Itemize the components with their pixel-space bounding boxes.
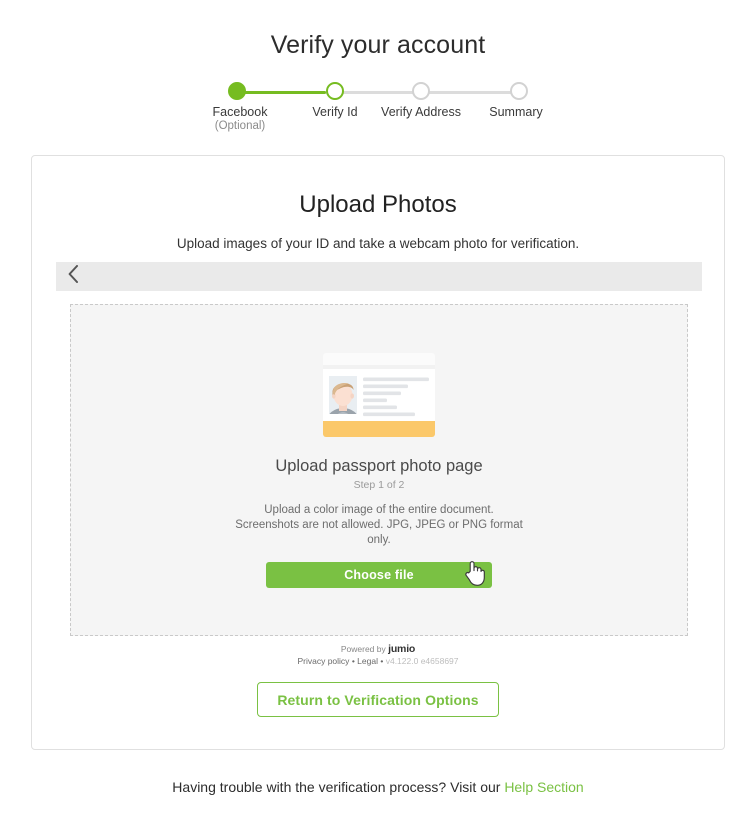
jumio-footer: Powered by jumio Privacy policy • Legal …: [32, 644, 724, 667]
verification-page: Verify your account Facebook (Optional) …: [0, 0, 756, 821]
step-verify-address[interactable]: Verify Address: [378, 82, 464, 133]
powered-by-line: Powered by jumio: [32, 644, 724, 655]
page-title: Verify your account: [270, 31, 486, 59]
legal-separator-2: •: [380, 656, 384, 666]
version-text: v4.122.0 e4658697: [385, 656, 459, 666]
upload-navbar: [56, 262, 702, 291]
step-sublabel-facebook: (Optional): [214, 120, 266, 132]
help-line: Having trouble with the verification pro…: [0, 779, 756, 795]
upload-title: Upload passport photo page: [275, 457, 483, 475]
legal-link[interactable]: Legal: [357, 656, 378, 666]
card-subtitle: Upload images of your ID and take a webc…: [176, 236, 580, 251]
upload-step-indicator: Step 1 of 2: [353, 479, 405, 491]
step-dot-facebook: [228, 82, 246, 100]
step-dot-verify-id: [326, 82, 344, 100]
step-summary[interactable]: Summary: [464, 82, 543, 133]
chevron-left-icon: [68, 265, 79, 288]
step-label-verify-id: Verify Id: [312, 105, 358, 119]
progress-stepper: Facebook (Optional) Verify Id Verify Add…: [213, 82, 543, 132]
back-button[interactable]: [56, 262, 90, 291]
privacy-policy-link[interactable]: Privacy policy: [297, 656, 349, 666]
step-verify-id[interactable]: Verify Id: [292, 82, 378, 133]
upload-card: Upload Photos Upload images of your ID a…: [31, 155, 725, 750]
upload-dropzone[interactable]: Upload passport photo page Step 1 of 2 U…: [70, 304, 688, 636]
step-label-facebook: Facebook (Optional): [197, 105, 283, 133]
legal-separator-1: •: [351, 656, 355, 666]
step-dot-verify-address: [412, 82, 430, 100]
choose-file-button[interactable]: Choose file: [266, 562, 492, 588]
powered-by-label: Powered by: [340, 644, 386, 654]
legal-line: Privacy policy • Legal • v4.122.0 e46586…: [32, 656, 724, 667]
help-section-link[interactable]: Help Section: [504, 779, 583, 795]
step-dot-summary: [510, 82, 528, 100]
step-label-verify-address: Verify Address: [381, 105, 461, 119]
help-text: Having trouble with the verification pro…: [172, 779, 501, 795]
jumio-brand: jumio: [388, 643, 416, 655]
id-document-icon: [319, 351, 439, 441]
step-label-summary: Summary: [489, 105, 543, 119]
return-to-verification-options-button[interactable]: Return to Verification Options: [257, 682, 499, 717]
step-label-facebook-text: Facebook: [212, 105, 268, 119]
card-title: Upload Photos: [299, 191, 457, 218]
step-facebook[interactable]: Facebook (Optional): [213, 82, 292, 133]
return-button-wrap: Return to Verification Options: [32, 682, 724, 717]
upload-description: Upload a color image of the entire docum…: [235, 504, 523, 546]
